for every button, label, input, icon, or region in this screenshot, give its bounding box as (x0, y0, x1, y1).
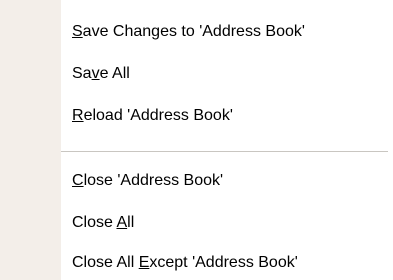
save-changes-menu-item[interactable]: Save Changes to 'Address Book' (61, 15, 393, 49)
reload-label: Reload 'Address Book' (72, 107, 233, 125)
close-all-except-label-post: xcept 'Address Book' (149, 254, 298, 271)
close-all-label: Close All (72, 214, 134, 232)
menu-icon-gutter (0, 0, 61, 280)
close-label-post: lose 'Address Book' (83, 172, 224, 189)
close-all-except-mnemonic: E (138, 254, 150, 271)
menu-separator (61, 151, 388, 153)
save-all-label-post: e All (99, 65, 130, 82)
close-label: Close 'Address Book' (72, 172, 223, 190)
reload-menu-item[interactable]: Reload 'Address Book' (61, 99, 393, 133)
save-changes-label-post: ave Changes to 'Address Book' (82, 23, 305, 40)
close-all-label-post: ll (127, 214, 135, 231)
save-all-mnemonic: v (91, 65, 100, 82)
context-menu: Save Changes to 'Address Book' Save All … (0, 0, 393, 280)
save-changes-mnemonic: S (72, 23, 83, 40)
reload-mnemonic: R (72, 107, 84, 124)
save-all-label: Save All (72, 65, 130, 83)
save-all-menu-item[interactable]: Save All (61, 57, 393, 91)
close-mnemonic: C (72, 172, 84, 189)
reload-label-post: eload 'Address Book' (83, 107, 233, 124)
close-all-mnemonic: A (116, 214, 128, 231)
close-menu-item[interactable]: Close 'Address Book' (61, 164, 393, 198)
save-all-label-pre: Sa (72, 65, 92, 82)
close-all-except-label-pre: Close All (72, 254, 139, 271)
close-all-menu-item[interactable]: Close All (61, 206, 393, 240)
close-all-except-menu-item[interactable]: Close All Except 'Address Book' (61, 246, 393, 280)
close-all-except-label: Close All Except 'Address Book' (72, 254, 298, 272)
close-all-label-pre: Close (72, 214, 117, 231)
save-changes-label: Save Changes to 'Address Book' (72, 23, 305, 41)
